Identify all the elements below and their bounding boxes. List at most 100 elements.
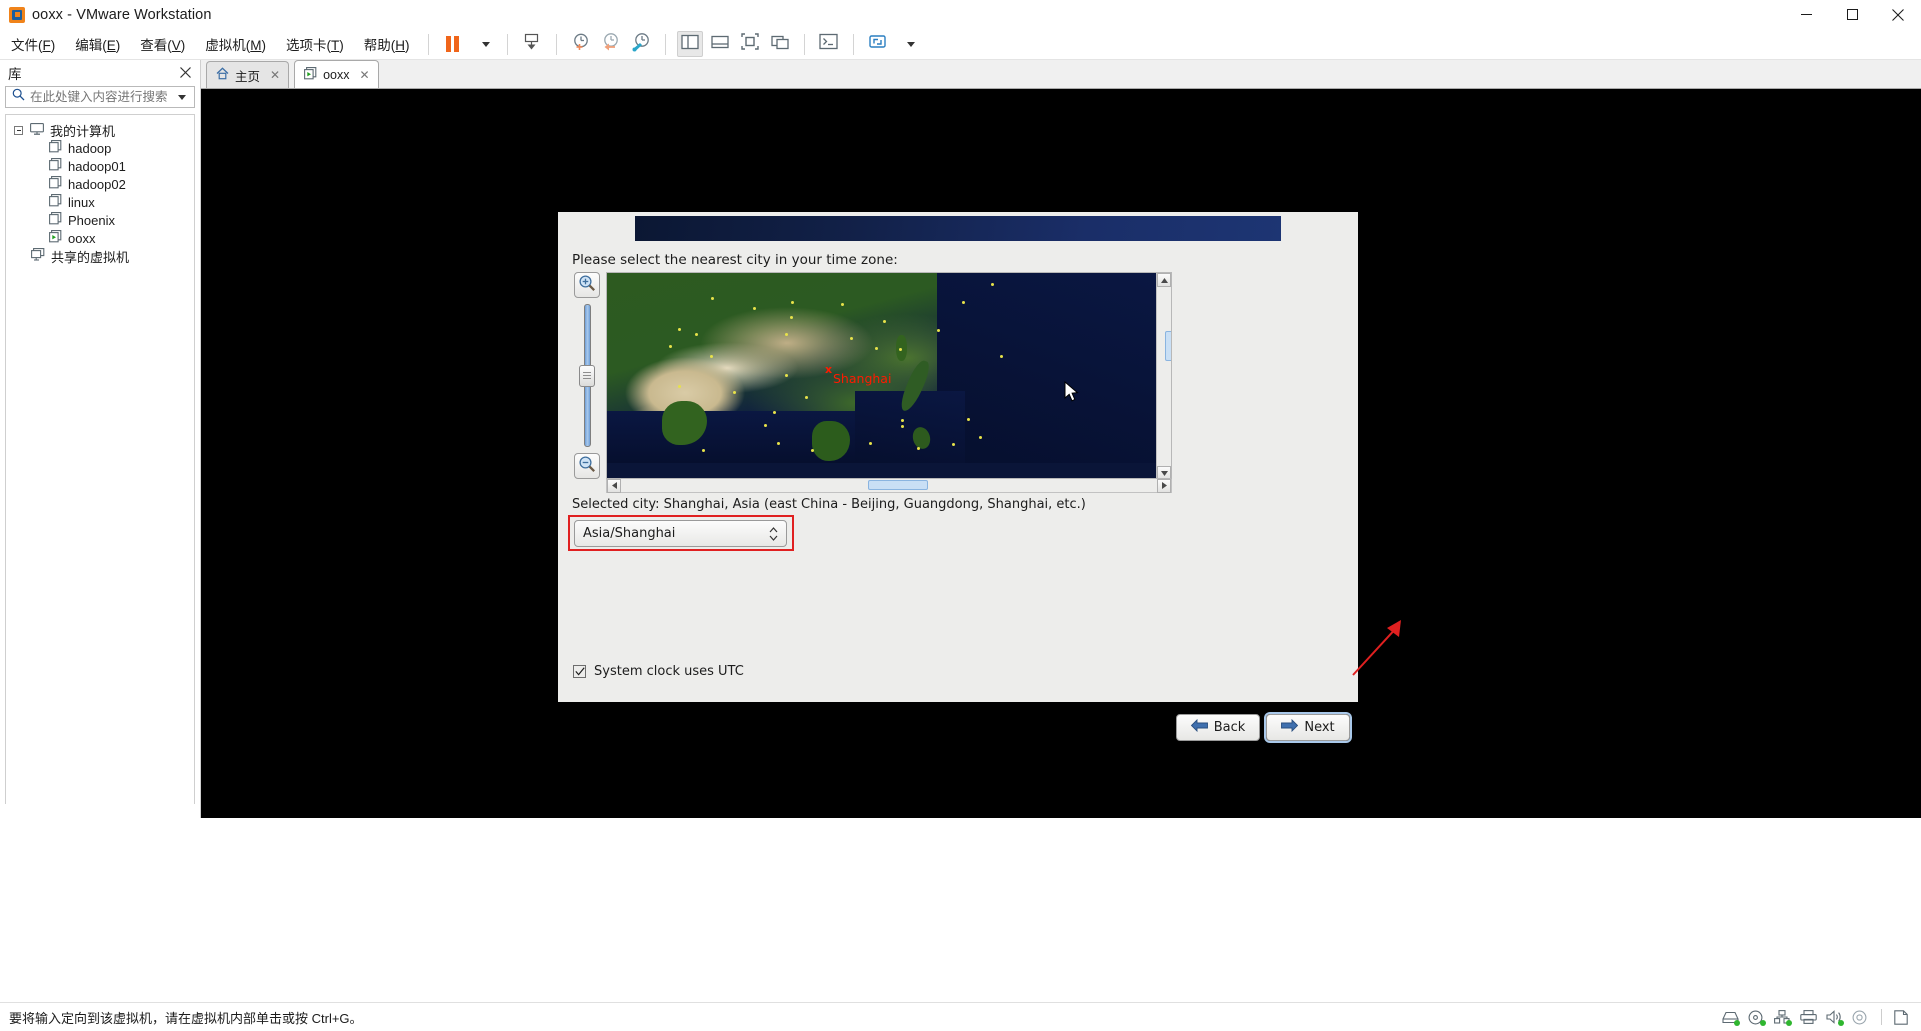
network-adapter-icon[interactable] (1774, 1009, 1792, 1026)
menu-edit[interactable]: 编辑(E) (66, 30, 129, 58)
power-dropdown[interactable] (470, 31, 496, 57)
map-zoom-slider[interactable] (574, 304, 600, 447)
revert-snapshot-button[interactable] (598, 31, 624, 57)
city-dot (875, 347, 878, 350)
tab-close-icon[interactable]: ✕ (270, 68, 280, 82)
utc-checkbox[interactable] (573, 665, 586, 678)
mouse-cursor (1064, 381, 1079, 402)
tree-item-label: hadoop (68, 140, 112, 156)
search-input[interactable] (30, 90, 172, 104)
stretch-dropdown[interactable] (895, 31, 921, 57)
minimize-button[interactable] (1783, 0, 1829, 29)
v-scroll-thumb[interactable] (1165, 331, 1171, 361)
tree-item-hadoop01[interactable]: hadoop01 (6, 157, 194, 175)
toolbar-separator (506, 33, 508, 55)
show-library-button[interactable] (676, 31, 703, 57)
take-snapshot-button[interactable] (568, 31, 594, 57)
printer-icon[interactable] (1800, 1009, 1817, 1025)
menu-view[interactable]: 查看(V) (131, 30, 194, 58)
search-icon (12, 88, 25, 106)
chevron-down-icon (481, 41, 490, 47)
scroll-up-button[interactable] (1157, 273, 1171, 287)
tree-item-my-computer[interactable]: 我的计算机 (6, 121, 194, 139)
tab-close-icon[interactable]: ✕ (359, 68, 369, 82)
tree-item-linux[interactable]: linux (6, 193, 194, 211)
vm-running-icon (49, 230, 62, 246)
snapshot-manager-button[interactable] (628, 31, 654, 57)
status-device-icons (1722, 1009, 1911, 1026)
tree-item-label: hadoop02 (68, 176, 126, 192)
suspend-button[interactable] (440, 31, 466, 57)
city-dot (764, 424, 767, 427)
back-button[interactable]: Back (1176, 714, 1260, 741)
sound-card-icon[interactable] (1826, 1009, 1844, 1026)
selected-city-marker: x (825, 363, 833, 376)
city-dot (785, 333, 788, 336)
search-box[interactable] (5, 86, 195, 108)
zoom-in-icon (578, 274, 596, 296)
show-thumbnail-bar-button[interactable] (707, 31, 733, 57)
window-controls (1783, 0, 1921, 29)
map-vertical-scrollbar[interactable] (1156, 273, 1171, 478)
utc-checkbox-row[interactable]: System clock uses UTC (573, 664, 744, 679)
city-dot (883, 320, 886, 323)
usb-icon[interactable] (1852, 1010, 1869, 1025)
menu-file[interactable]: 文件(F) (2, 30, 64, 58)
maximize-button[interactable] (1829, 0, 1875, 29)
full-screen-button[interactable] (737, 31, 763, 57)
city-dot (702, 449, 705, 452)
chevron-down-icon[interactable] (178, 94, 186, 100)
close-button[interactable] (1875, 0, 1921, 29)
city-dot (753, 307, 756, 310)
status-separator (1881, 1009, 1882, 1025)
menu-vm[interactable]: 虚拟机(M) (196, 30, 275, 58)
tab-label: 主页 (235, 69, 261, 84)
zoom-out-button[interactable] (574, 453, 600, 479)
shared-vms-icon (31, 248, 45, 264)
h-scroll-thumb[interactable] (867, 480, 928, 490)
tree-item-hadoop02[interactable]: hadoop02 (6, 175, 194, 193)
cd-dvd-icon[interactable] (1748, 1010, 1766, 1026)
slider-thumb[interactable] (579, 364, 595, 387)
menu-bar: 文件(F) 编辑(E) 查看(V) 虚拟机(M) 选项卡(T) 帮助(H) (0, 29, 1921, 60)
unity-mode-button[interactable] (767, 31, 793, 57)
console-button[interactable] (816, 31, 842, 57)
city-dot (962, 301, 965, 304)
vm-console-screen[interactable]: Please select the nearest city in your t… (201, 89, 1921, 818)
tree-item-ooxx[interactable]: ooxx (6, 229, 194, 247)
send-ctrl-alt-del-button[interactable] (519, 31, 545, 57)
timezone-select[interactable]: Asia/Shanghai (574, 520, 787, 547)
zoom-in-button[interactable] (574, 272, 600, 298)
tree-item-label: 我的计算机 (50, 123, 116, 139)
next-button[interactable]: Next (1266, 714, 1350, 741)
world-map[interactable]: x Shanghai (606, 272, 1172, 479)
tab-ooxx[interactable]: ooxx ✕ (294, 60, 379, 88)
hard-disk-icon[interactable] (1722, 1010, 1740, 1026)
city-dot (791, 301, 794, 304)
h-scroll-track[interactable] (621, 479, 1157, 492)
timezone-dialog: Please select the nearest city in your t… (558, 212, 1358, 741)
tree-item-hadoop[interactable]: hadoop (6, 139, 194, 157)
message-log-icon[interactable] (1894, 1009, 1911, 1025)
city-dot (805, 396, 808, 399)
collapse-icon[interactable] (14, 125, 23, 135)
scroll-right-button[interactable] (1157, 478, 1171, 493)
map-zoom-controls (572, 272, 602, 479)
tab-home[interactable]: 主页 ✕ (206, 61, 290, 88)
toolbar-separator (852, 33, 854, 55)
tab-label: ooxx (323, 67, 350, 82)
tree-item-phoenix[interactable]: Phoenix (6, 211, 194, 229)
spinner-updown-icon[interactable] (769, 526, 781, 541)
stretch-button[interactable] (865, 31, 891, 57)
close-icon[interactable] (177, 66, 194, 81)
city-dot (869, 442, 872, 445)
timezone-value: Asia/Shanghai (583, 526, 676, 541)
map-horizontal-scrollbar[interactable] (606, 478, 1172, 493)
menu-tabs[interactable]: 选项卡(T) (277, 30, 353, 58)
scroll-left-button[interactable] (607, 478, 621, 493)
snapshot-add-icon (571, 32, 591, 57)
tree-item-shared-vms[interactable]: 共享的虚拟机 (6, 247, 194, 265)
menu-help[interactable]: 帮助(H) (355, 30, 419, 58)
scroll-down-button[interactable] (1157, 466, 1171, 478)
tree-item-label: ooxx (68, 230, 96, 246)
